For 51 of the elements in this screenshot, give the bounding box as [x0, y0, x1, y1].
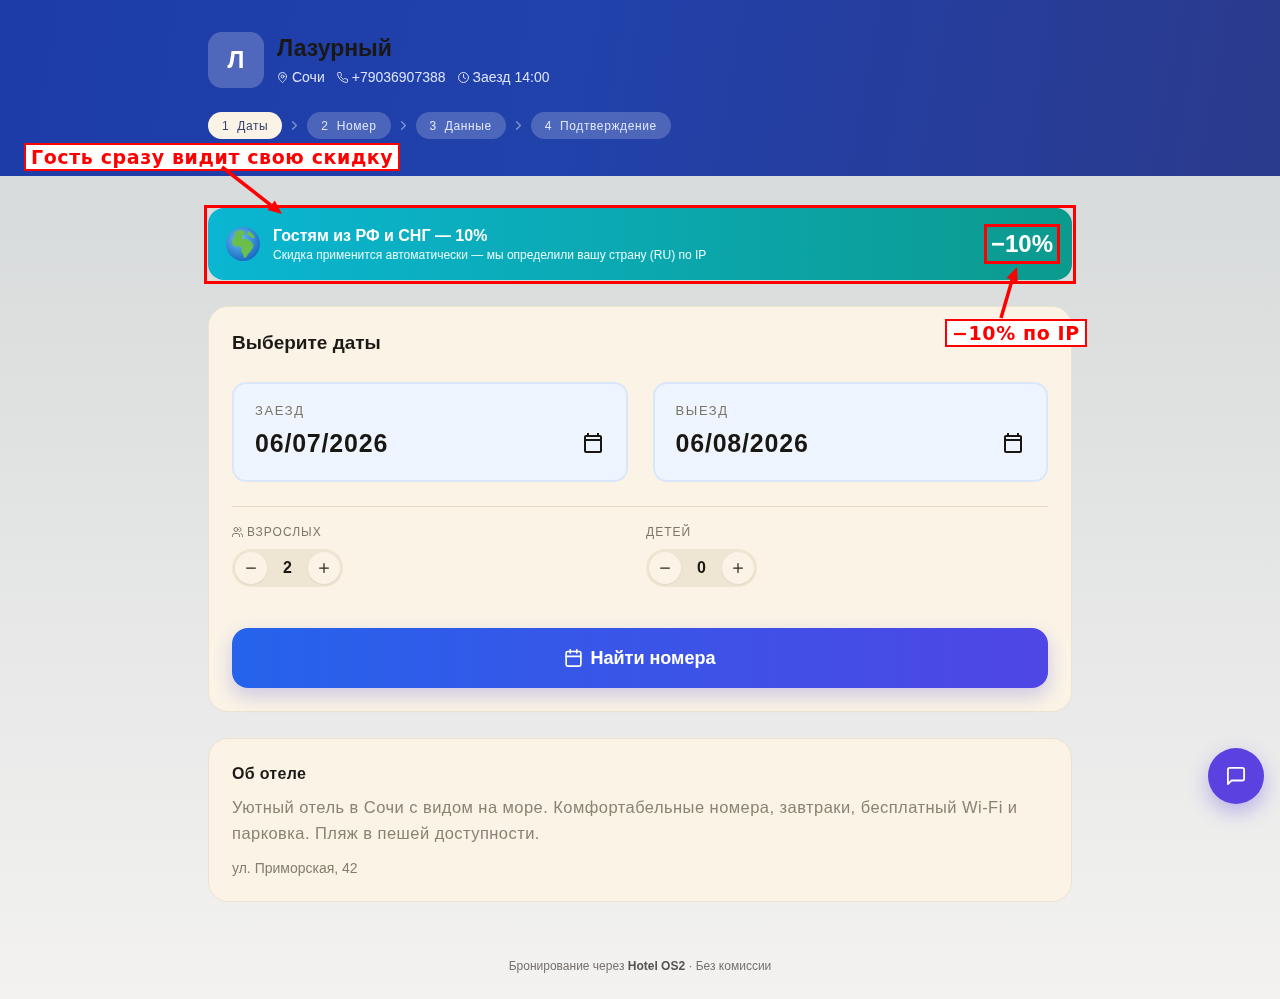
field-label: ВЫЕЗД [675, 402, 729, 420]
hotel-name: Лазурный [277, 34, 392, 62]
date-value: 06/07/2026 [255, 428, 389, 458]
people-icon [232, 527, 243, 537]
chevron-icon [515, 121, 521, 130]
increment-button[interactable] [308, 552, 340, 584]
city-text: Сочи [292, 68, 325, 87]
step-tab[interactable]: 1 Даты [208, 112, 283, 139]
checkin-text: Заезд 14:00 [472, 68, 550, 87]
guest-label: ВЗРОСЛЫХ [247, 524, 322, 540]
phone-text: +79036907388 [351, 68, 446, 87]
guest-count: 0 [696, 558, 707, 578]
about-description: Уютный отель в Сочи с видом на море. Комфортабельные номера, завтраки, бесплатный Wi-Fi и парковка. Пляж в пешей доступности. [232, 797, 1019, 844]
footer-text: Бронирование через Hotel OS2 · Без комиссии [508, 958, 772, 974]
clock-icon [457, 71, 469, 83]
section-title: Об отеле [232, 764, 307, 784]
promo-title: Гостям из РФ и СНГ — 10% [273, 225, 488, 246]
minus-icon [660, 567, 670, 569]
calendar-icon [1004, 433, 1022, 453]
calendar-icon [564, 649, 582, 667]
discount-badge: −10% [983, 224, 1060, 264]
chat-icon [1227, 767, 1245, 785]
promo-subtitle: Скидка применится автоматически — мы определили вашу страну (RU) по IP [273, 246, 707, 263]
hotel-logo: Л [208, 32, 264, 88]
section-title: Выберите даты [232, 331, 381, 355]
search-button[interactable]: Найти номера [232, 628, 1048, 688]
plus-icon [319, 563, 329, 573]
address-text: ул. Приморская, 42 [232, 859, 358, 878]
calendar-icon [583, 433, 602, 453]
globe-icon [226, 227, 260, 261]
guest-label: ДЕТЕЙ [646, 524, 692, 540]
phone-icon [336, 71, 348, 83]
minus-icon [246, 567, 256, 569]
chevron-icon [292, 121, 298, 130]
step-tab[interactable]: 4 Подтверждение [530, 112, 671, 139]
increment-button[interactable] [722, 552, 754, 584]
plus-icon [733, 563, 743, 573]
annotation-callout: Гость сразу видит свою скидку [24, 143, 401, 171]
chevron-icon [400, 121, 406, 130]
step-tab[interactable]: 2 Номер [307, 112, 391, 139]
field-label: ЗАЕЗД [255, 402, 305, 420]
date-field[interactable]: ЗАЕЗД 06/07/2026 [232, 382, 628, 482]
guest-count: 2 [282, 558, 293, 578]
date-field[interactable]: ВЫЕЗД 06/08/2026 [652, 382, 1048, 482]
chat-button[interactable] [1208, 748, 1264, 804]
map-pin-icon [277, 71, 288, 83]
annotation-callout: −10% по IP [945, 319, 1087, 347]
callout-arrow [999, 267, 1018, 319]
step-tab[interactable]: 3 Данные [415, 112, 506, 139]
date-value: 06/08/2026 [675, 428, 809, 458]
callout-arrow [220, 165, 282, 214]
